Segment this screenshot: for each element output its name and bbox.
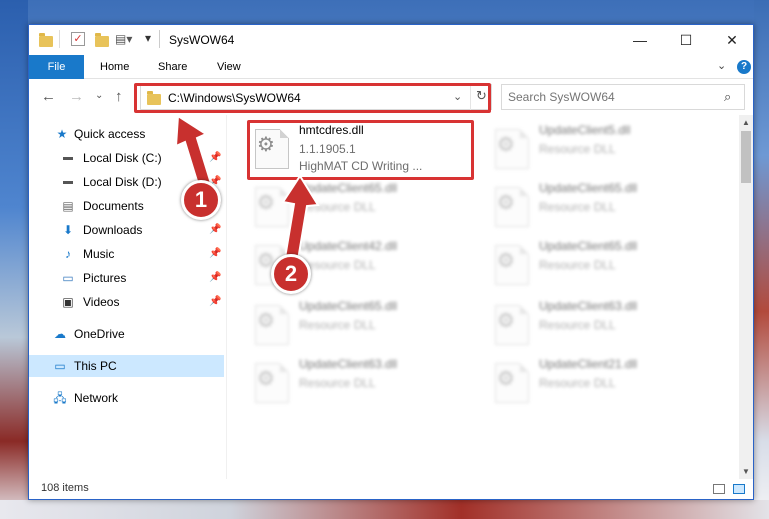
callout-badge-2: 2	[271, 254, 311, 294]
callout-badge-1: 1	[181, 180, 221, 220]
callout-arrows	[174, 114, 320, 262]
arrow-2-shape	[281, 174, 320, 262]
